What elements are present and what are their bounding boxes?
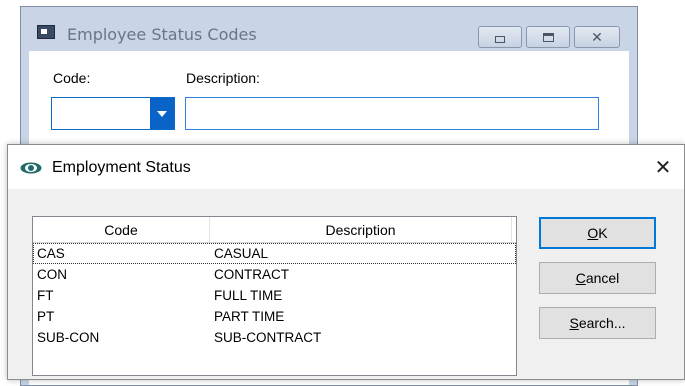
employment-status-dialog: Employment Status ✕ Code Description CAS… <box>7 144 685 380</box>
eye-icon <box>20 162 42 174</box>
column-header-code[interactable]: Code <box>33 217 210 242</box>
search-button[interactable]: Search... <box>539 307 656 339</box>
employment-status-list[interactable]: Code Description CAS CASUAL CON CONTRACT… <box>32 216 517 376</box>
combobox-dropdown-button[interactable] <box>150 98 174 129</box>
dialog-client-area: Code Description CAS CASUAL CON CONTRACT… <box>8 189 684 379</box>
close-button[interactable]: ✕ <box>574 26 620 48</box>
description-label: Description: <box>186 70 260 86</box>
ok-button[interactable]: OK <box>539 217 656 249</box>
cancel-mnemonic: C <box>575 270 586 286</box>
code-cell: PT <box>37 309 55 324</box>
code-combobox[interactable] <box>51 97 175 130</box>
minimize-button[interactable] <box>478 26 522 48</box>
description-cell: CONTRACT <box>214 267 289 282</box>
ok-mnemonic: O <box>587 225 599 241</box>
list-row[interactable]: CON CONTRACT <box>33 264 516 285</box>
cancel-label-rest: ancel <box>585 270 620 286</box>
column-header-description[interactable]: Description <box>210 217 512 242</box>
list-row[interactable]: CAS CASUAL <box>33 243 516 264</box>
maximize-button[interactable] <box>526 26 570 48</box>
app-icon <box>37 25 55 39</box>
description-input[interactable] <box>185 97 599 130</box>
ok-label-rest: K <box>598 225 608 241</box>
search-label-rest: earch... <box>578 315 626 331</box>
list-header: Code Description <box>33 217 516 243</box>
description-cell: PART TIME <box>214 309 285 324</box>
window-title: Employee Status Codes <box>67 25 257 44</box>
minimize-icon <box>495 35 505 43</box>
code-cell: CAS <box>37 246 65 261</box>
dialog-close-button[interactable]: ✕ <box>648 153 678 181</box>
maximize-icon <box>542 32 554 42</box>
list-row[interactable]: FT FULL TIME <box>33 285 516 306</box>
list-row[interactable]: SUB-CON SUB-CONTRACT <box>33 327 516 348</box>
dialog-title-bar: Employment Status ✕ <box>8 145 684 189</box>
title-bar: Employee Status Codes ✕ <box>21 7 637 51</box>
close-icon: ✕ <box>654 156 672 179</box>
code-label: Code: <box>53 70 91 86</box>
chevron-down-icon <box>157 110 167 117</box>
code-cell: FT <box>37 288 54 303</box>
close-icon: ✕ <box>591 28 603 45</box>
list-row[interactable]: PT PART TIME <box>33 306 516 327</box>
description-cell: CASUAL <box>214 246 269 261</box>
code-cell: SUB-CON <box>37 330 100 345</box>
description-cell: FULL TIME <box>214 288 283 303</box>
search-mnemonic: S <box>569 315 579 331</box>
dialog-title: Employment Status <box>52 159 191 176</box>
code-cell: CON <box>37 267 67 282</box>
description-cell: SUB-CONTRACT <box>214 330 322 345</box>
cancel-button[interactable]: Cancel <box>539 262 656 294</box>
